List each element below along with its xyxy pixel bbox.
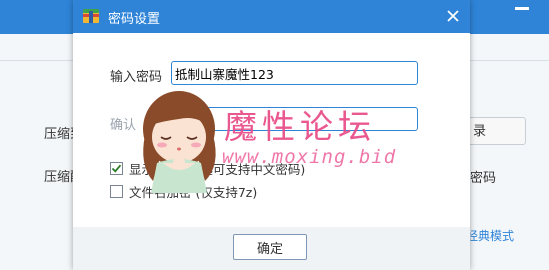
show-password-checkbox[interactable] — [110, 161, 123, 175]
watermark-title: 魔性论坛 — [224, 107, 376, 146]
checkmark-icon — [111, 164, 122, 173]
dialog-footer: 确定 — [73, 227, 470, 270]
minimize-icon[interactable] — [515, 7, 529, 10]
classic-mode-link[interactable]: 经典模式 — [466, 227, 514, 244]
ok-button[interactable]: 确定 — [233, 234, 307, 260]
watermark-url: www.moxing.bid — [222, 146, 397, 168]
close-icon[interactable] — [441, 4, 465, 28]
password-label: 输入密码 — [110, 70, 163, 85]
password-input[interactable] — [171, 61, 418, 85]
archive-icon — [83, 9, 99, 23]
dialog-titlebar: 密码设置 — [73, 0, 470, 33]
dialog-title: 密码设置 — [108, 12, 161, 27]
background-browse-button-label: 录 — [473, 124, 487, 139]
background-browse-button[interactable]: 录 — [466, 117, 526, 145]
watermark-girl-icon — [143, 91, 216, 193]
encrypt-filenames-checkbox[interactable] — [110, 184, 123, 198]
background-password-text: 密码 — [470, 171, 497, 186]
